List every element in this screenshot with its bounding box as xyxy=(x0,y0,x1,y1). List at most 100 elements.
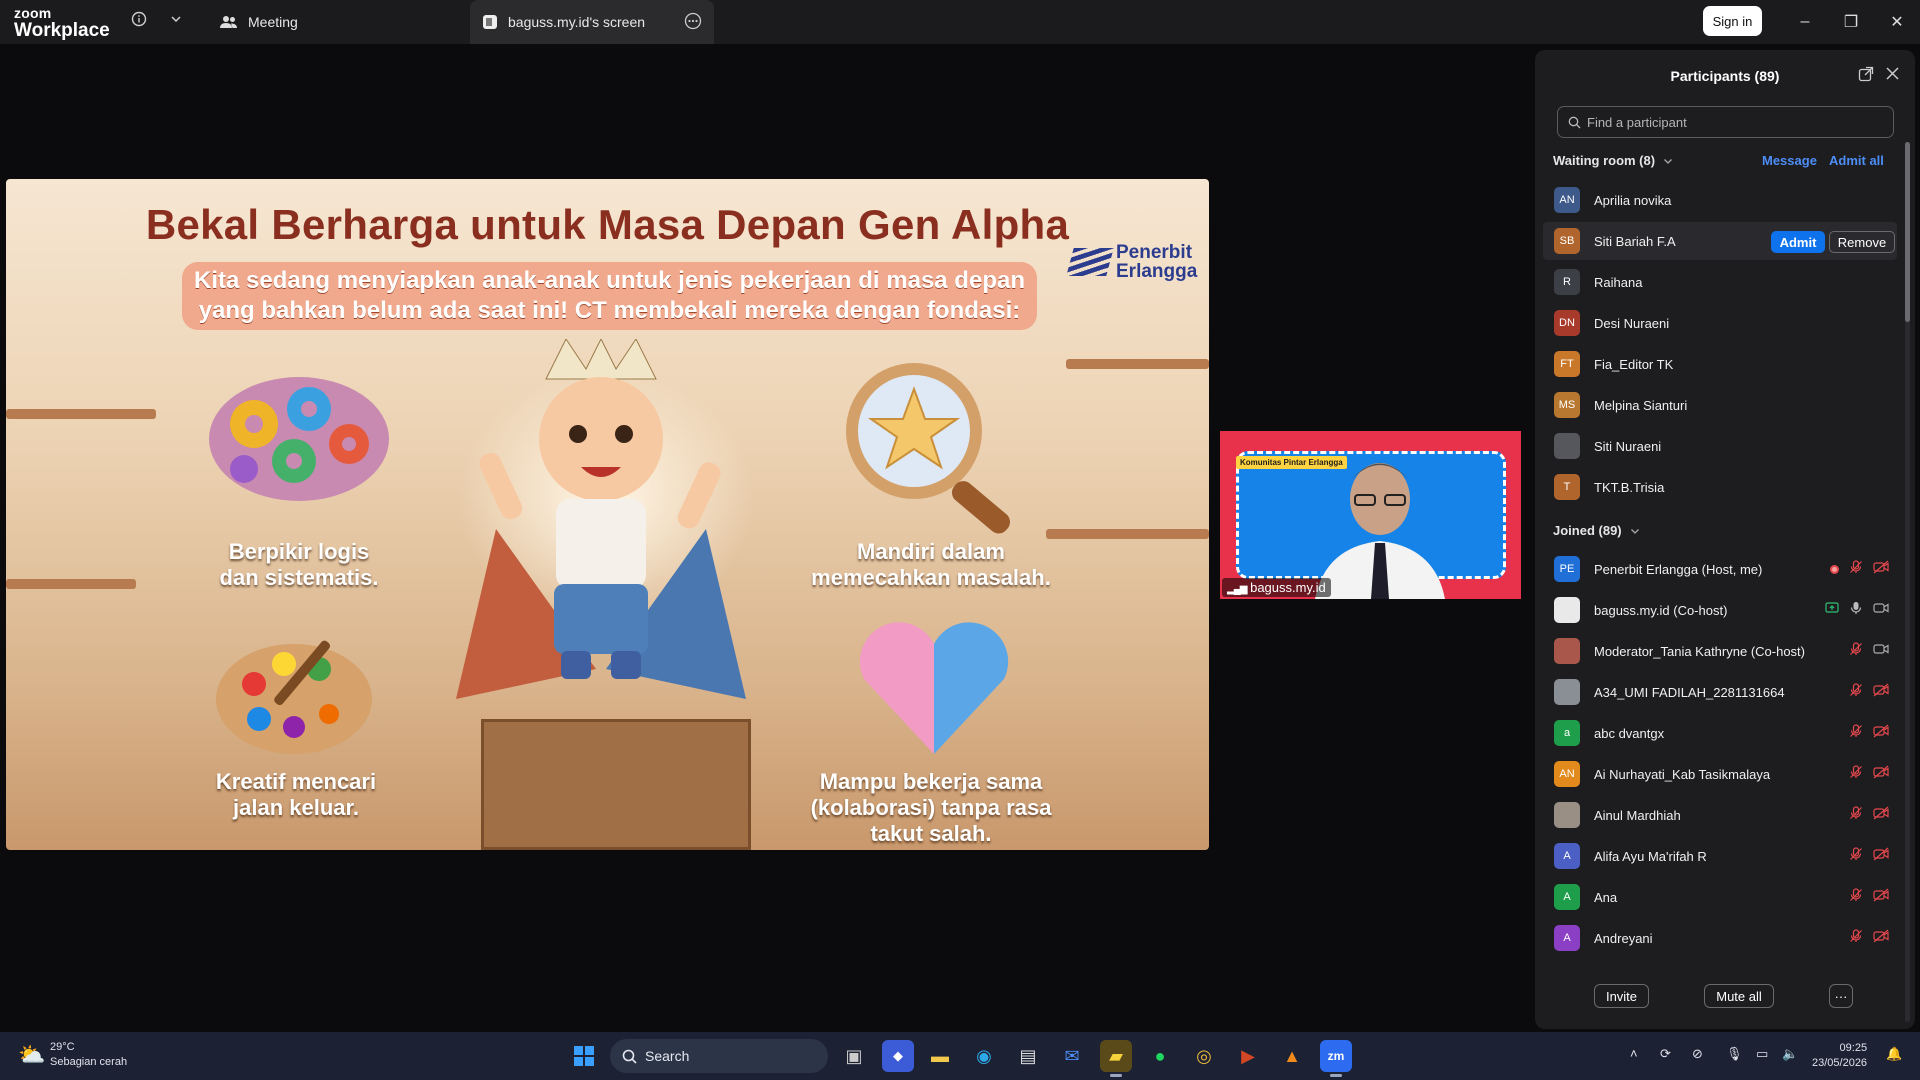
volume-icon[interactable]: 🔈 xyxy=(1782,1046,1798,1062)
weather-widget[interactable]: 29°C Sebagian cerah xyxy=(50,1040,127,1070)
waiting-participant-row[interactable]: SB Siti Bariah F.A Admit Remove xyxy=(1543,222,1897,260)
caption-creative: Kreatif mencari jalan keluar. xyxy=(171,769,421,821)
powerpoint-icon[interactable]: ▶ xyxy=(1232,1040,1264,1072)
restore-button[interactable]: ❐ xyxy=(1839,10,1863,34)
recording-icon xyxy=(1830,564,1839,574)
zoom-app-icon[interactable]: zm xyxy=(1320,1040,1352,1077)
more-options-icon[interactable] xyxy=(684,12,702,33)
microphone-icon[interactable] xyxy=(1849,846,1863,866)
admit-button[interactable]: Admit xyxy=(1771,231,1825,253)
store-icon[interactable]: ▤ xyxy=(1012,1040,1044,1072)
notification-icon[interactable]: 🔔 xyxy=(1886,1046,1902,1062)
participant-name: Aprilia novika xyxy=(1594,192,1672,208)
clock[interactable]: 09:25 23/05/2026 xyxy=(1812,1041,1867,1071)
joined-participant-row[interactable]: Ainul Mardhiah xyxy=(1543,796,1897,834)
chevron-down-icon[interactable] xyxy=(165,8,187,30)
waiting-participant-row[interactable]: T TKT.B.Trisia xyxy=(1543,468,1897,506)
mail-icon[interactable]: ✉ xyxy=(1056,1040,1088,1072)
microphone-icon[interactable]: 🎙 xyxy=(1726,1046,1743,1062)
microphone-icon[interactable] xyxy=(1849,723,1863,743)
task-view-icon[interactable]: ▣ xyxy=(838,1040,870,1072)
vlc-icon[interactable]: ▲ xyxy=(1276,1040,1308,1072)
joined-participant-row[interactable]: A Alifa Ayu Ma'rifah R xyxy=(1543,837,1897,875)
participant-name: Penerbit Erlangga (Host, me) xyxy=(1594,561,1763,577)
chevron-up-icon[interactable]: ˄ xyxy=(1630,1046,1638,1061)
file-explorer-icon[interactable]: ▬ xyxy=(924,1040,956,1072)
microphone-icon[interactable] xyxy=(1849,928,1863,948)
chrome-icon[interactable]: ◎ xyxy=(1188,1040,1220,1072)
joined-participant-row[interactable]: a abc dvantgx xyxy=(1543,714,1897,752)
video-camera-icon[interactable] xyxy=(1873,847,1889,866)
joined-label: Joined (89) xyxy=(1553,523,1622,538)
video-camera-icon[interactable] xyxy=(1873,806,1889,825)
microphone-icon[interactable] xyxy=(1849,682,1863,702)
waiting-room-header[interactable]: Waiting room (8) xyxy=(1553,153,1673,168)
invite-button[interactable]: Invite xyxy=(1594,984,1649,1008)
waiting-participant-row[interactable]: FT Fia_Editor TK xyxy=(1543,345,1897,383)
more-actions-button[interactable]: ··· xyxy=(1829,984,1853,1008)
video-camera-icon[interactable] xyxy=(1873,724,1889,743)
video-camera-icon[interactable] xyxy=(1873,683,1889,702)
joined-participant-row[interactable]: AN Ai Nurhayati_Kab Tasikmalaya xyxy=(1543,755,1897,793)
close-panel-icon[interactable] xyxy=(1885,66,1900,86)
waiting-participant-row[interactable]: AN Aprilia novika xyxy=(1543,181,1897,219)
microphone-icon[interactable] xyxy=(1849,559,1863,579)
close-window-button[interactable]: ✕ xyxy=(1885,10,1909,34)
microphone-icon[interactable] xyxy=(1849,887,1863,907)
scrollbar-thumb[interactable] xyxy=(1905,142,1910,322)
brand-line2: Erlangga xyxy=(1116,261,1198,282)
mute-all-button[interactable]: Mute all xyxy=(1704,984,1774,1008)
video-camera-icon[interactable] xyxy=(1873,765,1889,784)
minimize-button[interactable]: – xyxy=(1793,10,1817,34)
microphone-icon[interactable] xyxy=(1849,601,1863,620)
joined-participant-row[interactable]: Moderator_Tania Kathryne (Co-host) xyxy=(1543,632,1897,670)
microphone-icon[interactable] xyxy=(1849,641,1863,661)
joined-header[interactable]: Joined (89) xyxy=(1553,523,1640,538)
participant-search-input[interactable]: Find a participant xyxy=(1557,106,1894,138)
windows-start-icon[interactable] xyxy=(568,1040,600,1072)
speaker-name-label: ▂▄▆ baguss.my.id xyxy=(1222,578,1331,597)
spotify-icon[interactable]: ● xyxy=(1144,1040,1176,1072)
widgets-icon[interactable]: ◆ xyxy=(882,1040,914,1072)
waiting-participant-row[interactable]: Siti Nuraeni xyxy=(1543,427,1897,465)
joined-participant-row[interactable]: A34_UMI FADILAH_2281131664 xyxy=(1543,673,1897,711)
joined-participant-row[interactable]: A Ana xyxy=(1543,878,1897,916)
microphone-icon[interactable] xyxy=(1849,805,1863,825)
participant-status-icons xyxy=(1849,837,1889,875)
participant-name: A34_UMI FADILAH_2281131664 xyxy=(1594,684,1785,700)
waiting-participant-row[interactable]: MS Melpina Sianturi xyxy=(1543,386,1897,424)
edge-icon[interactable]: ◉ xyxy=(968,1040,1000,1072)
joined-participant-row[interactable]: baguss.my.id (Co-host) xyxy=(1543,591,1897,629)
participant-name: Alifa Ayu Ma'rifah R xyxy=(1594,848,1707,864)
logo-line1: zoom xyxy=(14,5,52,21)
participant-status-icons xyxy=(1849,878,1889,916)
joined-participant-row[interactable]: PE Penerbit Erlangga (Host, me) xyxy=(1543,550,1897,588)
chevron-down-icon xyxy=(1630,528,1639,534)
zoom-logo: zoom Workplace xyxy=(14,6,110,40)
popout-icon[interactable] xyxy=(1858,66,1874,87)
remove-button[interactable]: Remove xyxy=(1829,231,1895,253)
tab-shared-screen[interactable]: baguss.my.id's screen xyxy=(470,0,714,44)
admit-all-button[interactable]: Admit all xyxy=(1829,153,1884,168)
video-camera-icon[interactable] xyxy=(1873,560,1889,579)
waiting-participant-row[interactable]: R Raihana xyxy=(1543,263,1897,301)
message-button[interactable]: Message xyxy=(1762,153,1817,168)
taskbar-search-box[interactable]: Search xyxy=(610,1039,828,1073)
waiting-participant-row[interactable]: DN Desi Nuraeni xyxy=(1543,304,1897,342)
info-icon[interactable] xyxy=(128,8,150,30)
video-camera-icon[interactable] xyxy=(1873,642,1889,661)
display-icon[interactable]: ▭ xyxy=(1756,1046,1768,1062)
joined-participant-row[interactable]: A Andreyani xyxy=(1543,919,1897,957)
network-off-icon[interactable]: ⊘ xyxy=(1692,1046,1703,1062)
sticky-notes-icon[interactable]: ▰ xyxy=(1100,1040,1132,1077)
microphone-icon[interactable] xyxy=(1849,764,1863,784)
participants-scrollbar[interactable] xyxy=(1905,142,1910,1022)
video-camera-icon[interactable] xyxy=(1873,601,1889,620)
sync-icon[interactable]: ⟳ xyxy=(1660,1046,1671,1062)
speaker-video-tile[interactable]: Komunitas Pintar Erlangga ▂▄▆ baguss.my.… xyxy=(1220,431,1521,599)
sign-in-button[interactable]: Sign in xyxy=(1703,6,1762,36)
tab-meeting[interactable]: Meeting xyxy=(208,0,310,44)
weather-icon[interactable]: ⛅ xyxy=(18,1042,45,1068)
video-camera-icon[interactable] xyxy=(1873,888,1889,907)
video-camera-icon[interactable] xyxy=(1873,929,1889,948)
